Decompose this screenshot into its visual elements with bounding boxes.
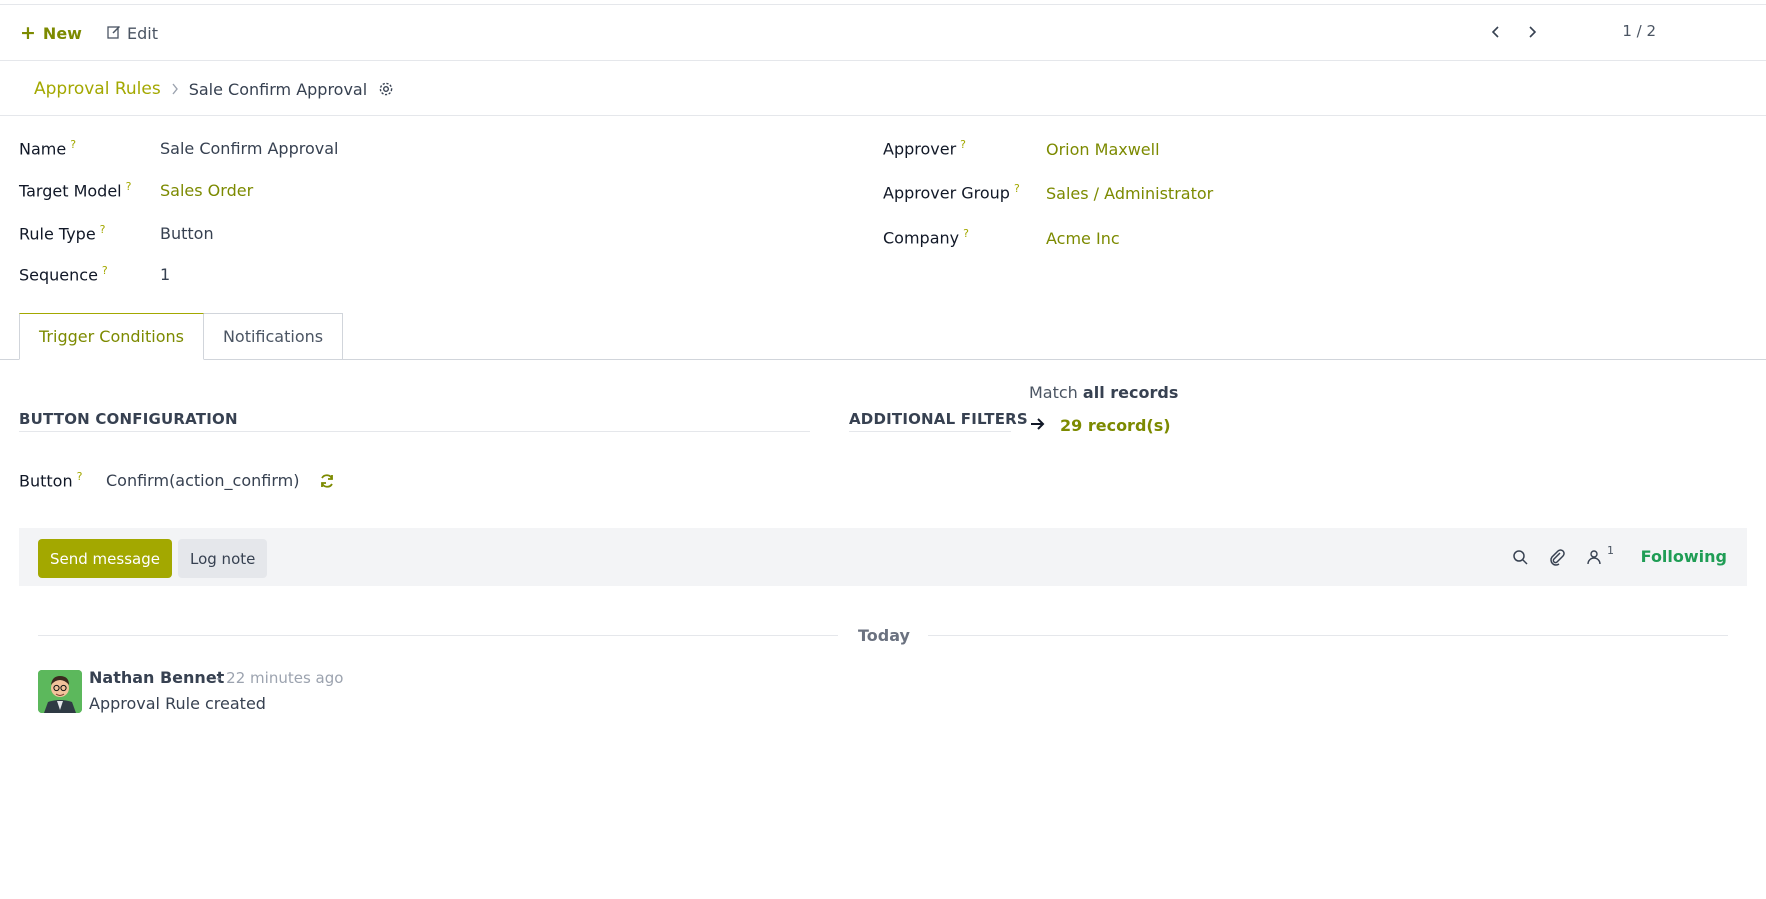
field-company-value[interactable]: Acme Inc: [1046, 229, 1120, 248]
gear-icon[interactable]: [378, 81, 394, 97]
paperclip-icon[interactable]: [1547, 547, 1567, 567]
records-link[interactable]: 29 record(s): [1030, 416, 1171, 435]
field-button-label: Button?: [19, 470, 83, 491]
match-value[interactable]: all records: [1083, 383, 1178, 402]
pager-value[interactable]: 1 / 2: [1622, 22, 1656, 40]
field-approver: Approver?: [883, 138, 966, 158]
breadcrumb: Approval Rules Sale Confirm Approval: [34, 77, 394, 101]
edit-icon: [107, 24, 121, 43]
follower-count: 1: [1607, 544, 1614, 557]
refresh-icon[interactable]: [318, 472, 336, 490]
field-approver-label: Approver?: [883, 138, 967, 159]
edit-button[interactable]: Edit: [107, 19, 158, 47]
field-name-value[interactable]: Sale Confirm Approval: [160, 139, 338, 158]
message-author[interactable]: Nathan Bennet: [89, 668, 224, 687]
new-button-label: New: [42, 23, 82, 43]
section-additional-filters: ADDITIONAL FILTERS: [849, 410, 1028, 428]
new-button[interactable]: + New: [20, 19, 82, 47]
chevron-right-icon: [1529, 26, 1537, 38]
date-separator-line: [38, 635, 838, 636]
pager-next-button[interactable]: [1520, 19, 1544, 45]
tab-notifications[interactable]: Notifications: [203, 313, 344, 360]
send-message-button[interactable]: Send message: [38, 539, 172, 578]
breadcrumb-current: Sale Confirm Approval: [188, 79, 368, 99]
field-sequence-label: Sequence?: [19, 264, 108, 285]
breadcrumb-separator-icon: [171, 83, 179, 95]
field-button-value[interactable]: Confirm(action_confirm): [106, 471, 299, 490]
section-divider: [849, 431, 1011, 432]
field-approver-group-value[interactable]: Sales / Administrator: [1046, 184, 1213, 203]
control-bar: + New Edit 1 / 2: [0, 5, 1766, 61]
field-name: Name?: [19, 138, 76, 158]
message-body: Approval Rule created: [89, 694, 266, 713]
tab-bar: Trigger Conditions Notifications: [19, 313, 344, 360]
field-target-model: Target Model?: [19, 180, 131, 200]
tab-trigger-conditions[interactable]: Trigger Conditions: [19, 313, 204, 360]
section-button-configuration: BUTTON CONFIGURATION: [19, 410, 238, 428]
field-rule-type: Rule Type?: [19, 223, 106, 243]
field-target-model-label: Target Model?: [19, 180, 132, 201]
chevron-left-icon: [1491, 26, 1499, 38]
records-count: 29 record(s): [1060, 416, 1171, 435]
field-sequence-value[interactable]: 1: [160, 265, 170, 284]
edit-button-label: Edit: [127, 23, 158, 43]
field-rule-type-value[interactable]: Button: [160, 224, 214, 243]
followers-icon[interactable]: [1584, 547, 1604, 567]
field-approver-value[interactable]: Orion Maxwell: [1046, 140, 1160, 159]
chatter-toolbar: Send message Log note 1 Following: [19, 528, 1747, 586]
field-rule-type-label: Rule Type?: [19, 223, 106, 244]
field-button: Button?: [19, 470, 82, 490]
field-company: Company?: [883, 227, 969, 247]
plus-icon: +: [20, 21, 36, 44]
breadcrumb-divider: [0, 115, 1766, 116]
field-name-label: Name?: [19, 138, 77, 159]
field-company-label: Company?: [883, 227, 969, 248]
log-note-button[interactable]: Log note: [178, 539, 268, 578]
avatar[interactable]: [38, 670, 82, 713]
arrow-right-icon: [1030, 416, 1046, 435]
field-approver-group-label: Approver Group?: [883, 182, 1020, 203]
match-text: Match all records: [1029, 383, 1179, 402]
message-time: - 22 minutes ago: [216, 669, 344, 687]
date-separator-line: [928, 635, 1728, 636]
pager-previous-button[interactable]: [1484, 19, 1508, 45]
field-sequence: Sequence?: [19, 264, 108, 284]
following-button[interactable]: Following: [1641, 547, 1727, 566]
search-icon[interactable]: [1510, 547, 1530, 567]
section-divider: [19, 431, 810, 432]
field-approver-group: Approver Group?: [883, 182, 1020, 202]
field-target-model-value[interactable]: Sales Order: [160, 181, 253, 200]
date-separator: Today: [858, 626, 910, 645]
breadcrumb-approval-rules[interactable]: Approval Rules: [34, 79, 161, 99]
